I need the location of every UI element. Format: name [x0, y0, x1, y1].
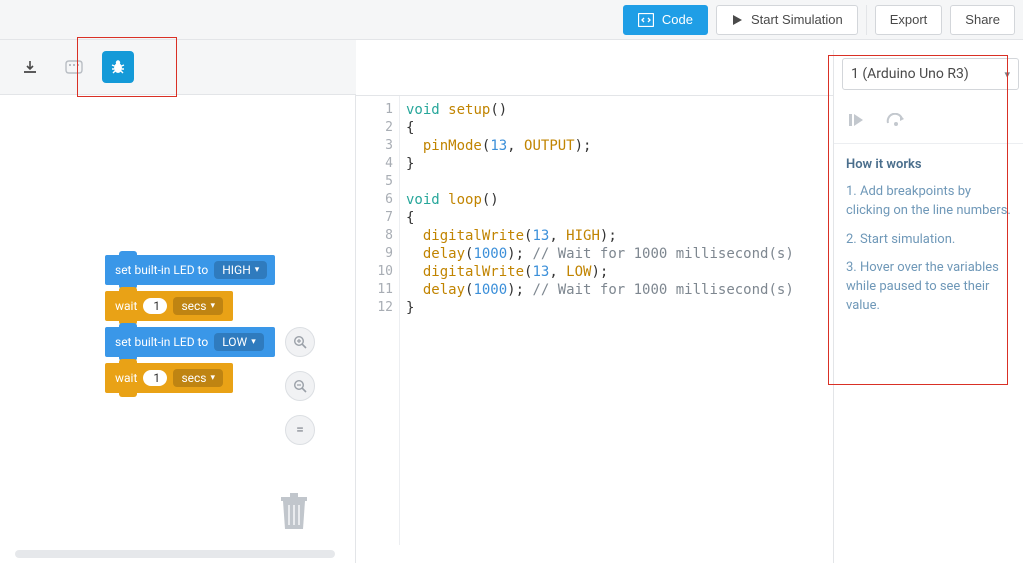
serial-icon — [65, 60, 83, 74]
divider — [866, 5, 867, 35]
zoom-fit-button[interactable]: = — [285, 415, 315, 445]
line-number[interactable]: 11 — [377, 282, 393, 297]
block-dropdown[interactable]: HIGH▾ — [214, 261, 267, 279]
zoom-out-icon — [293, 379, 307, 393]
download-icon — [22, 59, 38, 75]
trash-icon — [277, 489, 311, 531]
line-number[interactable]: 7 — [385, 210, 393, 225]
debugger-panel: 1 (Arduino Uno R3) ▾ How it works 1. Add… — [833, 50, 1023, 563]
zoom-in-icon — [293, 335, 307, 349]
blocks-canvas[interactable]: set built-in LED to HIGH▾ wait 1 secs▾ s… — [0, 95, 356, 563]
device-selector-label: 1 (Arduino Uno R3) — [851, 66, 969, 82]
debugger-help-title: How it works — [846, 156, 1011, 175]
chevron-down-icon: ▾ — [210, 301, 215, 311]
block-set-led-high[interactable]: set built-in LED to HIGH▾ — [105, 255, 275, 285]
block-set-led-low[interactable]: set built-in LED to LOW▾ — [105, 327, 275, 357]
download-button[interactable] — [14, 51, 46, 83]
block-label: set built-in LED to — [115, 263, 208, 277]
debugger-help-step: 1. Add breakpoints by clicking on the li… — [846, 183, 1011, 221]
export-button[interactable]: Export — [875, 5, 943, 35]
debugger-controls — [834, 100, 1023, 144]
code-button-label: Code — [662, 12, 693, 27]
chevron-down-icon: ▾ — [255, 265, 260, 275]
start-simulation-label: Start Simulation — [751, 12, 843, 27]
zoom-out-button[interactable] — [285, 371, 315, 401]
debugger-help: How it works 1. Add breakpoints by click… — [834, 144, 1023, 326]
block-label: set built-in LED to — [115, 335, 208, 349]
debugger-button[interactable] — [102, 51, 134, 83]
line-number[interactable]: 3 — [385, 138, 393, 153]
resume-icon — [848, 113, 864, 127]
line-number[interactable]: 8 — [385, 228, 393, 243]
export-label: Export — [890, 12, 928, 27]
share-label: Share — [965, 12, 1000, 27]
bug-icon — [109, 58, 127, 76]
code-button[interactable]: Code — [623, 5, 708, 35]
code-sub-toolbar — [0, 40, 356, 95]
line-number[interactable]: 9 — [385, 246, 393, 261]
block-label: wait — [115, 371, 137, 385]
line-number[interactable]: 4 — [385, 156, 393, 171]
chevron-down-icon: ▾ — [1004, 68, 1010, 81]
block-unit-dropdown[interactable]: secs▾ — [173, 297, 223, 315]
line-number[interactable]: 10 — [377, 264, 393, 279]
play-icon — [731, 14, 743, 26]
step-over-icon — [886, 113, 906, 127]
line-number[interactable]: 5 — [385, 174, 393, 189]
top-toolbar: Code Start Simulation Export Share — [0, 0, 1023, 40]
line-number[interactable]: 12 — [377, 300, 393, 315]
line-number[interactable]: 2 — [385, 120, 393, 135]
trash-button[interactable] — [277, 489, 311, 535]
block-dropdown[interactable]: LOW▾ — [214, 333, 264, 351]
line-number[interactable]: 1 — [385, 102, 393, 117]
line-number[interactable]: 6 — [385, 192, 393, 207]
code-window-icon — [638, 13, 654, 27]
block-wait-1[interactable]: wait 1 secs▾ — [105, 291, 233, 321]
zoom-in-button[interactable] — [285, 327, 315, 357]
chevron-down-icon: ▾ — [210, 373, 215, 383]
block-label: wait — [115, 299, 137, 313]
serial-monitor-button[interactable] — [58, 51, 90, 83]
start-simulation-button[interactable]: Start Simulation — [716, 5, 858, 35]
block-value-input[interactable]: 1 — [143, 370, 167, 386]
horizontal-scrollbar[interactable] — [15, 550, 335, 558]
share-button[interactable]: Share — [950, 5, 1015, 35]
debugger-help-step: 2. Start simulation. — [846, 231, 1011, 250]
equals-icon: = — [296, 422, 304, 438]
debugger-help-step: 3. Hover over the variables while paused… — [846, 259, 1011, 316]
code-editor[interactable]: 1 2 3 4 5 6 7 8 9 10 11 12 void setup() … — [356, 95, 833, 545]
step-over-button[interactable] — [886, 112, 906, 131]
device-selector[interactable]: 1 (Arduino Uno R3) ▾ — [842, 58, 1019, 90]
line-number-gutter[interactable]: 1 2 3 4 5 6 7 8 9 10 11 12 — [368, 96, 400, 545]
chevron-down-icon: ▾ — [251, 337, 256, 347]
code-area[interactable]: void setup() { pinMode(13, OUTPUT); } vo… — [406, 96, 833, 545]
resume-button[interactable] — [848, 112, 864, 131]
block-value-input[interactable]: 1 — [143, 298, 167, 314]
block-unit-dropdown[interactable]: secs▾ — [173, 369, 223, 387]
block-wait-2[interactable]: wait 1 secs▾ — [105, 363, 233, 393]
